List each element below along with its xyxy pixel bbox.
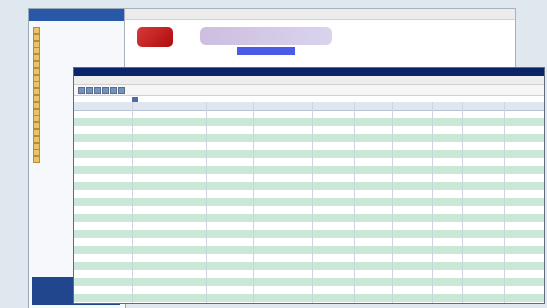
- folder-icon: [33, 60, 40, 68]
- folder-icon: [33, 27, 40, 34]
- column-divider: [432, 102, 433, 303]
- toolbar-button[interactable]: [94, 87, 101, 94]
- sidebar-title: [29, 9, 125, 21]
- column-divider: [354, 102, 355, 303]
- table-row[interactable]: [74, 254, 544, 262]
- folder-icon: [33, 67, 40, 75]
- table-row[interactable]: [74, 230, 544, 238]
- report-window: [73, 67, 545, 304]
- tree-item[interactable]: [33, 27, 121, 34]
- table-row[interactable]: [74, 294, 544, 302]
- folder-icon: [33, 149, 40, 157]
- folder-icon: [33, 88, 40, 95]
- column-divider: [312, 102, 313, 303]
- table-row[interactable]: [74, 166, 544, 174]
- browser-window: [124, 8, 516, 68]
- desktop-screenshot: [0, 0, 547, 308]
- table-row[interactable]: [74, 150, 544, 158]
- folder-icon: [33, 33, 40, 41]
- folder-icon: [33, 94, 40, 102]
- folder-icon: [33, 108, 40, 116]
- table-row[interactable]: [74, 238, 544, 246]
- table-row[interactable]: [74, 110, 544, 118]
- toolbar-button[interactable]: [102, 87, 109, 94]
- folder-icon: [33, 142, 40, 150]
- table-row[interactable]: [74, 126, 544, 134]
- column-divider: [253, 102, 254, 303]
- toolbar: [74, 85, 544, 96]
- folder-icon: [33, 101, 40, 109]
- table-row[interactable]: [74, 182, 544, 190]
- toolbar-button[interactable]: [78, 87, 85, 94]
- folder-icon: [33, 40, 40, 48]
- data-grid: [74, 102, 544, 303]
- toolbar-button[interactable]: [118, 87, 125, 94]
- folder-icon: [33, 135, 40, 143]
- column-divider: [504, 102, 505, 303]
- table-row[interactable]: [74, 262, 544, 270]
- table-row[interactable]: [74, 134, 544, 142]
- folder-icon: [33, 122, 40, 129]
- table-row[interactable]: [74, 206, 544, 214]
- table-row[interactable]: [74, 246, 544, 254]
- brand-logo: [137, 27, 173, 47]
- folder-icon: [33, 156, 40, 163]
- tree-item[interactable]: [33, 47, 121, 55]
- table-row[interactable]: [74, 270, 544, 278]
- table-row[interactable]: [74, 190, 544, 198]
- app-banner: [200, 27, 332, 45]
- tree-item[interactable]: [33, 54, 121, 61]
- toolbar-button[interactable]: [110, 87, 117, 94]
- table-row[interactable]: [74, 278, 544, 286]
- column-divider: [462, 102, 463, 303]
- folder-icon: [33, 115, 40, 123]
- tree-item[interactable]: [33, 33, 121, 41]
- tree-item[interactable]: [33, 40, 121, 48]
- folder-icon: [33, 74, 40, 82]
- toolbar-button[interactable]: [86, 87, 93, 94]
- browser-toolbar: [125, 9, 515, 20]
- window-title: [74, 68, 544, 76]
- table-row[interactable]: [74, 158, 544, 166]
- folder-icon: [33, 81, 40, 89]
- table-row[interactable]: [74, 118, 544, 126]
- folder-icon: [33, 54, 40, 61]
- table-row[interactable]: [74, 214, 544, 222]
- table-row[interactable]: [74, 198, 544, 206]
- folder-icon: [33, 128, 40, 136]
- column-divider: [206, 102, 207, 303]
- column-divider: [392, 102, 393, 303]
- table-row[interactable]: [74, 222, 544, 230]
- folder-icon: [33, 47, 40, 55]
- table-row[interactable]: [74, 142, 544, 150]
- table-row[interactable]: [74, 174, 544, 182]
- menu-bar: [74, 76, 544, 85]
- column-divider: [132, 102, 133, 303]
- banner-subbar: [237, 47, 295, 55]
- table-row[interactable]: [74, 286, 544, 294]
